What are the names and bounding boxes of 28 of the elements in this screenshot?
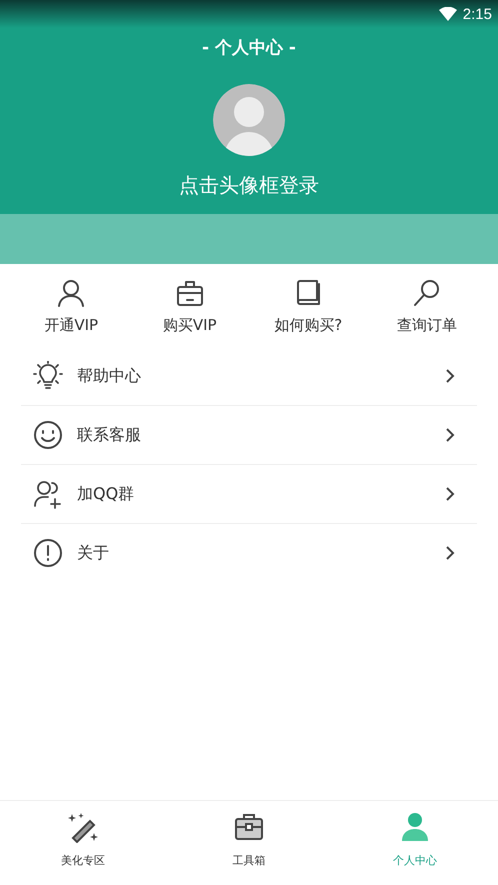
nav-tab[interactable]: 美化专区 xyxy=(0,801,166,885)
menu-item[interactable]: 关于 xyxy=(21,524,477,582)
magic-wand-icon xyxy=(67,811,99,843)
add-group-icon xyxy=(33,479,63,509)
chevron-right-icon xyxy=(445,368,455,384)
bag-icon xyxy=(174,278,205,308)
menu-item[interactable]: 联系客服 xyxy=(21,406,477,465)
chevron-right-icon xyxy=(445,486,455,502)
avatar-icon[interactable] xyxy=(213,84,285,156)
status-time: 2:15 xyxy=(462,6,492,22)
quick-action[interactable]: 如何购买? xyxy=(249,278,368,335)
menu-item[interactable]: 加QQ群 xyxy=(21,465,477,524)
page-title: - 个人中心 - xyxy=(202,37,296,59)
lightbulb-icon xyxy=(33,361,63,391)
quick-action[interactable]: 开通VIP xyxy=(12,278,130,335)
person-icon xyxy=(56,278,86,308)
toolbox-icon xyxy=(233,811,265,843)
quick-action[interactable]: 购买VIP xyxy=(130,278,249,335)
wifi-icon xyxy=(438,7,457,21)
menu-item[interactable]: 帮助中心 xyxy=(21,347,477,406)
smiley-icon xyxy=(33,420,63,450)
chevron-right-icon xyxy=(445,545,455,561)
chevron-right-icon xyxy=(445,427,455,443)
quick-action[interactable]: 查询订单 xyxy=(368,278,486,335)
exclamation-icon xyxy=(33,538,63,568)
nav-tab[interactable]: 工具箱 xyxy=(166,801,332,885)
search-icon xyxy=(412,278,442,308)
person-icon xyxy=(399,811,431,843)
